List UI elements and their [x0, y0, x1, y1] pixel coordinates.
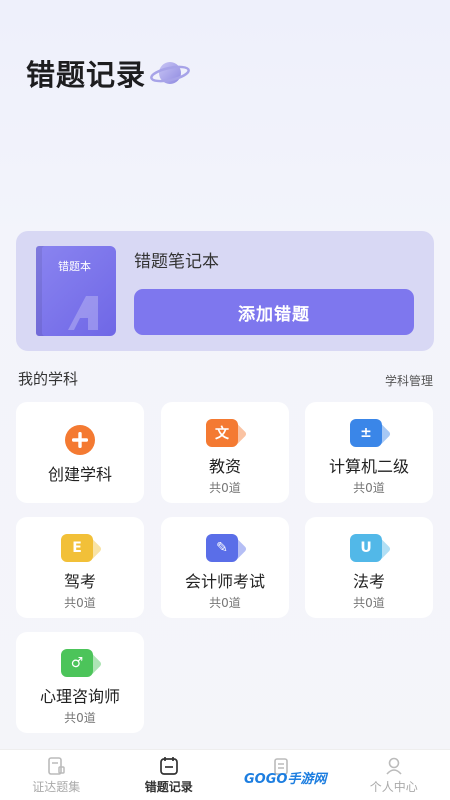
subject-tile-accountant[interactable]: ✎ 会计师考试 共0道: [161, 517, 289, 618]
calendar-icon: [159, 757, 178, 775]
subject-tile-law[interactable]: U 法考 共0道: [305, 517, 433, 618]
notebook-title: 错题笔记本: [134, 252, 219, 272]
subject-tile-psychology[interactable]: ♂ 心理咨询师 共0道: [16, 632, 144, 733]
tab-label: 个人中心: [369, 780, 418, 794]
plus-icon: [59, 424, 101, 458]
subject-count: 共0道: [209, 596, 241, 610]
subject-icon: ±: [348, 417, 392, 451]
tab-personal-center[interactable]: 个人中心: [338, 750, 450, 800]
subject-count: 共0道: [353, 596, 385, 610]
section-title: 我的学科: [18, 370, 79, 388]
create-subject-tile[interactable]: 创建学科: [16, 402, 144, 503]
subject-icon: 文: [204, 417, 248, 451]
tab-label: 证达题集: [32, 780, 81, 794]
planet-icon: [150, 62, 190, 84]
subject-tile-jiaozi[interactable]: 文 教资 共0道: [161, 402, 289, 503]
page-title: 错题记录: [26, 58, 147, 92]
subject-count: 共0道: [64, 596, 96, 610]
manage-subjects-link[interactable]: 学科管理: [385, 372, 433, 389]
subject-name: 法考: [352, 572, 385, 591]
subject-icon: U: [348, 532, 392, 566]
subject-count: 共0道: [353, 481, 385, 495]
notebook-cover[interactable]: 错题本: [36, 246, 116, 336]
subject-tile-driving[interactable]: E 驾考 共0道: [16, 517, 144, 618]
subject-tile-computer[interactable]: ± 计算机二级 共0道: [305, 402, 433, 503]
book-icon: [48, 757, 65, 775]
subject-count: 共0道: [64, 711, 96, 725]
tab-label: 错题记录: [144, 780, 193, 794]
bottom-tab-bar: 证达题集 错题记录 个人中心: [0, 749, 450, 800]
subject-name: 计算机二级: [328, 457, 409, 476]
subject-name: 驾考: [63, 572, 96, 591]
page-header: 错题记录: [26, 52, 192, 94]
tab-mistake-records[interactable]: 错题记录: [113, 750, 226, 800]
subject-name: 心理咨询师: [39, 687, 120, 706]
watermark-logo: GOGO手游网: [244, 772, 327, 787]
tab-question-sets[interactable]: 证达题集: [0, 750, 113, 800]
subject-count: 共0道: [209, 481, 241, 495]
letter-a-icon: [68, 296, 98, 330]
add-mistake-button[interactable]: 添加错题: [134, 289, 414, 335]
subject-icon: ♂: [59, 647, 103, 681]
subject-name: 教资: [208, 457, 241, 476]
create-subject-label: 创建学科: [47, 465, 112, 484]
subject-icon: ✎: [204, 532, 248, 566]
subject-icon: E: [59, 532, 103, 566]
subject-name: 会计师考试: [184, 572, 265, 591]
notebook-card: 错题本 错题笔记本 添加错题: [16, 231, 434, 351]
notebook-cover-label: 错题本: [58, 260, 91, 273]
person-icon: [386, 757, 402, 775]
